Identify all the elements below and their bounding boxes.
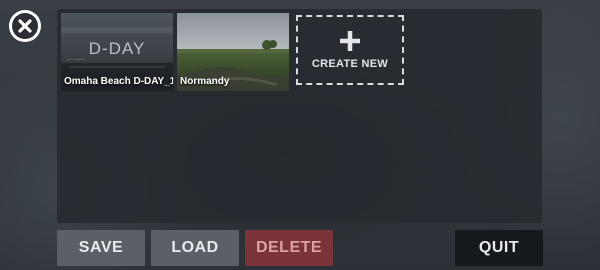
- save-button[interactable]: SAVE: [57, 230, 145, 266]
- create-new-button[interactable]: CREATE NEW: [296, 15, 404, 85]
- thumbnail-subtext: -- ------: [67, 57, 85, 63]
- plus-icon: [340, 30, 360, 51]
- map-list-panel: D-DAY -- ------ Omaha Beach D-DAY_11 Nor…: [57, 9, 542, 223]
- load-button[interactable]: LOAD: [151, 230, 239, 266]
- map-card-normandy[interactable]: Normandy: [177, 13, 289, 91]
- map-card-omaha-beach[interactable]: D-DAY -- ------ Omaha Beach D-DAY_11: [61, 13, 173, 91]
- thumbnail-title: D-DAY: [88, 39, 146, 58]
- close-button[interactable]: [9, 10, 41, 42]
- close-icon: [12, 13, 38, 39]
- create-new-label: CREATE NEW: [311, 57, 389, 70]
- delete-button[interactable]: DELETE: [245, 230, 333, 266]
- quit-button[interactable]: QUIT: [455, 230, 543, 266]
- map-name-label: Omaha Beach D-DAY_11: [64, 76, 173, 87]
- map-name-label: Normandy: [180, 76, 230, 87]
